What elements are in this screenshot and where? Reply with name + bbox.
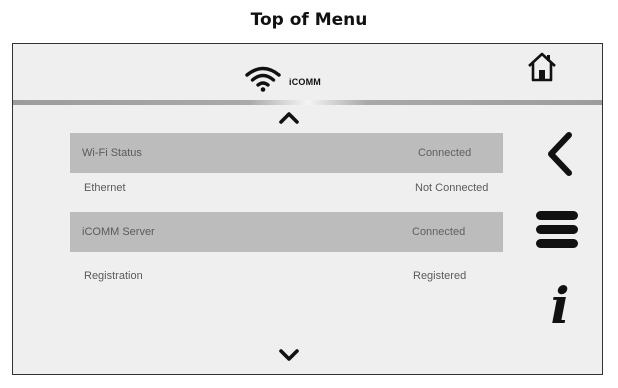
page-caption: Top of Menu <box>250 10 368 30</box>
status-value: Registered <box>413 270 467 282</box>
status-value: Connected <box>412 226 466 238</box>
wifi-icon <box>245 66 281 92</box>
status-label: iCOMM Server <box>82 226 155 238</box>
header-divider <box>13 100 602 105</box>
hamburger-menu-icon[interactable] <box>535 207 579 253</box>
header-bar: iCOMM <box>13 44 602 99</box>
status-label: Wi-Fi Status <box>82 147 142 159</box>
chevron-left-icon[interactable] <box>541 130 579 178</box>
status-row-wifi: Wi-Fi Status Connected <box>70 133 503 173</box>
status-label: Registration <box>84 270 143 282</box>
device-screen: iCOMM Wi-Fi Status Connected Ethernet No… <box>12 43 603 375</box>
info-icon[interactable]: i <box>540 276 580 336</box>
chevron-up-icon[interactable] <box>275 108 303 126</box>
status-label: Ethernet <box>84 182 126 194</box>
status-value: Not Connected <box>415 182 489 194</box>
status-value: Connected <box>418 147 472 159</box>
chevron-down-icon[interactable] <box>275 346 303 364</box>
status-row-ethernet: Ethernet Not Connected <box>70 168 503 208</box>
status-row-registration: Registration Registered <box>70 256 503 296</box>
brand-name: iCOMM <box>289 77 321 87</box>
status-row-icomm-server: iCOMM Server Connected <box>70 212 503 252</box>
home-icon[interactable] <box>526 50 558 84</box>
